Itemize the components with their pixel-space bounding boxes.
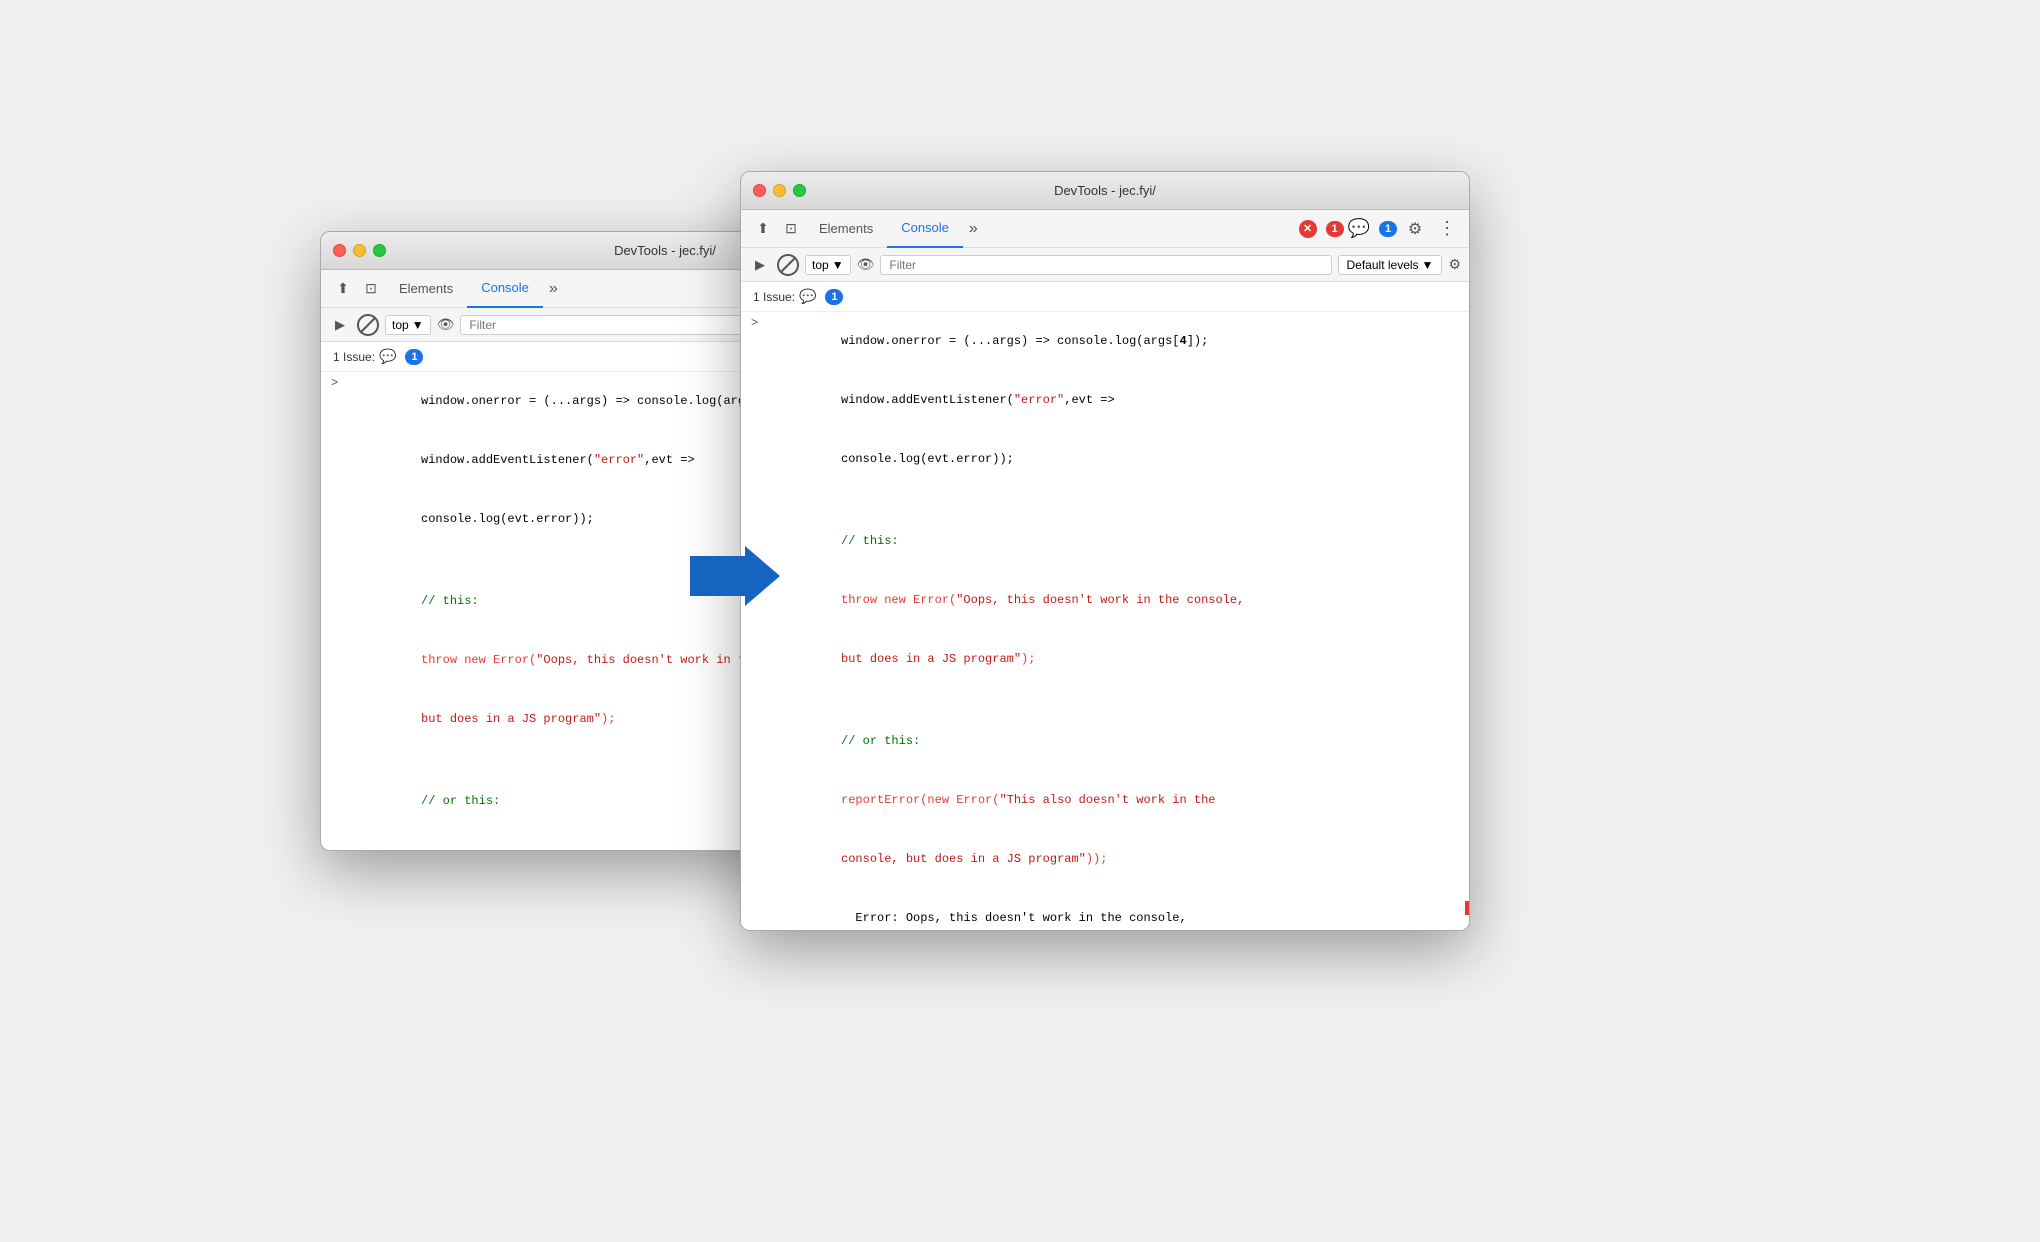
info-count-front: 1	[1379, 221, 1397, 237]
tab-console-front[interactable]: Console	[887, 210, 963, 248]
console-throw2-front: but does in a JS program");	[741, 630, 1469, 689]
console-line-1-front: window.onerror = (...args) => console.lo…	[741, 312, 1469, 371]
tab-more-front[interactable]: »	[963, 220, 984, 238]
cursor-icon-front[interactable]: ⬆	[749, 215, 777, 243]
devtools-window-front: DevTools - jec.fyi/ ⬆ ⊡ Elements Console…	[740, 171, 1470, 931]
play-icon-back[interactable]: ▶	[329, 314, 351, 336]
issue-count-front: 1	[825, 289, 843, 305]
close-button-front[interactable]	[753, 184, 766, 197]
console-content-front: window.onerror = (...args) => console.lo…	[741, 312, 1469, 930]
console-blank2-front	[741, 689, 1469, 712]
eye-icon-front[interactable]: 👁	[857, 256, 875, 273]
console-report2-front: console, but does in a JS program"));	[741, 830, 1469, 889]
tab-console-back[interactable]: Console	[467, 270, 543, 308]
error-count-front: 1	[1326, 221, 1344, 237]
window-title-back: DevTools - jec.fyi/	[614, 243, 716, 258]
tab-elements-back[interactable]: Elements	[385, 270, 467, 308]
minimize-button-front[interactable]	[773, 184, 786, 197]
console-throw1-front: throw new Error("Oops, this doesn't work…	[741, 571, 1469, 630]
issue-count-back: 1	[405, 349, 423, 365]
settings-icon-front[interactable]: ⚙	[1448, 256, 1461, 273]
console-report1-front: reportError(new Error("This also doesn't…	[741, 771, 1469, 830]
issue-icon-back: 💬	[379, 348, 396, 365]
tab-bar-front: ⬆ ⊡ Elements Console » ✕ 1 💬 1 ⚙ ⋮	[741, 210, 1469, 248]
console-line-3-front: console.log(evt.error));	[741, 430, 1469, 489]
error-ref-1-front[interactable]: VM16:1	[1418, 927, 1461, 930]
cursor-icon-back[interactable]: ⬆	[329, 275, 357, 303]
error-badge-front: ✕	[1299, 220, 1317, 238]
traffic-lights-back	[333, 244, 386, 257]
context-selector-back[interactable]: top ▼	[385, 315, 431, 335]
maximize-button-front[interactable]	[793, 184, 806, 197]
maximize-button-back[interactable]	[373, 244, 386, 257]
gear-icon-front[interactable]: ⚙	[1401, 215, 1429, 243]
console-comment2-front: // or this:	[741, 712, 1469, 771]
info-icon-front: 💬	[1348, 218, 1370, 239]
issue-bar-front: 1 Issue: 💬 1	[741, 282, 1469, 312]
red-arrow-1	[1465, 897, 1469, 925]
more-icon-front[interactable]: ⋮	[1433, 215, 1461, 243]
error-plain-wrapper-1: Error: Oops, this doesn't work in the co…	[741, 889, 1469, 930]
minimize-button-back[interactable]	[353, 244, 366, 257]
close-button-back[interactable]	[333, 244, 346, 257]
layers-icon-front[interactable]: ⊡	[777, 215, 805, 243]
console-line-2-front: window.addEventListener("error",evt =>	[741, 371, 1469, 430]
issue-icon-front: 💬	[799, 288, 816, 305]
filter-input-front[interactable]	[880, 255, 1331, 275]
blue-arrow-indicator	[690, 541, 780, 611]
console-toolbar-front: ▶ top ▼ 👁 Default levels ▼ ⚙	[741, 248, 1469, 282]
no-icon-front[interactable]	[777, 254, 799, 276]
titlebar-front: DevTools - jec.fyi/	[741, 172, 1469, 210]
tab-elements-front[interactable]: Elements	[805, 210, 887, 248]
layers-icon-back[interactable]: ⊡	[357, 275, 385, 303]
error-plain-1-front: Error: Oops, this doesn't work in the co…	[741, 889, 1469, 930]
no-icon-back[interactable]	[357, 314, 379, 336]
eye-icon-back[interactable]: 👁	[437, 316, 455, 333]
play-icon-front[interactable]: ▶	[749, 254, 771, 276]
console-comment1-front: // this:	[741, 512, 1469, 571]
context-selector-front[interactable]: top ▼	[805, 255, 851, 275]
tab-more-back[interactable]: »	[543, 280, 564, 298]
levels-button-front[interactable]: Default levels ▼	[1338, 255, 1443, 275]
window-title-front: DevTools - jec.fyi/	[1054, 183, 1156, 198]
console-blank1-front	[741, 489, 1469, 512]
traffic-lights-front	[753, 184, 806, 197]
